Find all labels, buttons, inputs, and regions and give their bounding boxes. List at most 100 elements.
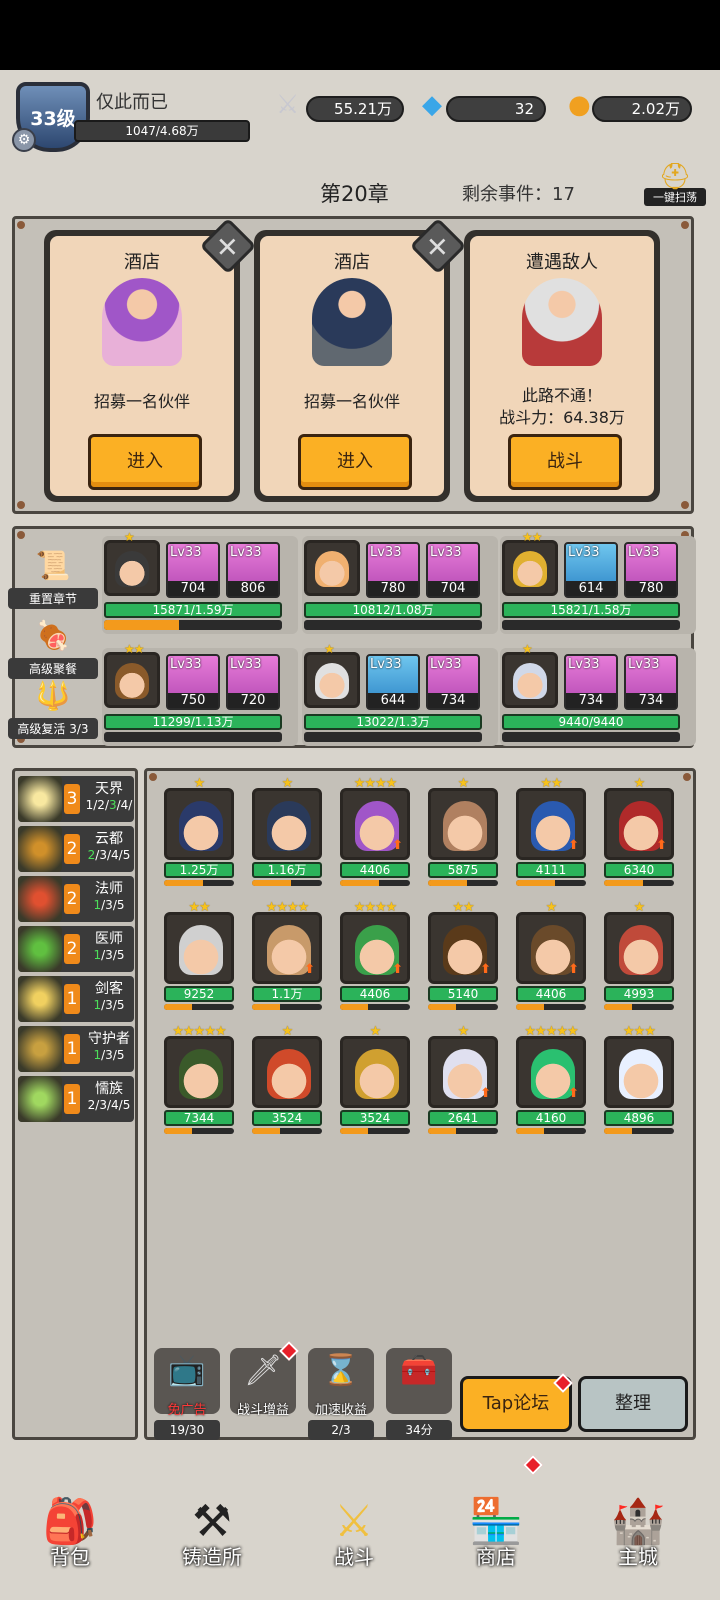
hero-card[interactable]: ★ 1.16万 <box>252 776 322 886</box>
upgrade-arrow-icon: ⬆ <box>480 962 491 977</box>
bond-level: 2 <box>64 934 80 964</box>
gem-counter[interactable]: 32 <box>446 96 546 122</box>
hero-card[interactable]: ★ ⬆ 4406 <box>516 900 586 1010</box>
hero-portrait <box>304 652 360 708</box>
hero-portrait <box>252 1036 322 1108</box>
hp-bar: 11299/1.13万 <box>104 714 282 730</box>
reset-chapter-button[interactable]: 📜 重置章节 <box>8 544 98 609</box>
hero-card[interactable]: ★ ⬆ 6340 <box>604 776 674 886</box>
hero-card[interactable]: ★ 5875 <box>428 776 498 886</box>
hero-card[interactable]: ★★★★ ⬆ 4406 <box>340 776 410 886</box>
upgrade-arrow-icon: ⬆ <box>568 838 579 853</box>
equipment-armor[interactable]: Lv33 720 <box>226 654 280 710</box>
equipment-armor[interactable]: Lv33 704 <box>426 542 480 598</box>
bond-count: 1/2/3/4/ <box>85 798 133 812</box>
bond-item[interactable]: 1 懦族 2/3/4/5 <box>18 1076 134 1122</box>
equipment-weapon[interactable]: Lv33 780 <box>366 542 420 598</box>
premium-revive-button[interactable]: 🔱 高级复活 3/3 <box>8 674 98 739</box>
upgrade-arrow-icon: ⬆ <box>568 1086 579 1101</box>
equipment-armor[interactable]: Lv33 734 <box>426 654 480 710</box>
hero-card[interactable]: ★★ ⬆ 4111 <box>516 776 586 886</box>
bond-item[interactable]: 2 医师 1/3/5 <box>18 926 134 972</box>
energy-bar <box>502 732 680 742</box>
enter-button[interactable]: 进入 <box>298 434 412 490</box>
hero-card[interactable]: ★★★★★ 7344 <box>164 1024 234 1134</box>
hero-card[interactable]: ★ 4993 <box>604 900 674 1010</box>
equipment-weapon[interactable]: Lv33 704 <box>166 542 220 598</box>
hero-card[interactable]: ★★ 9252 <box>164 900 234 1010</box>
energy-bar <box>304 620 482 630</box>
hp-bar: 15821/1.58万 <box>502 602 680 618</box>
hero-portrait: ⬆ <box>340 788 410 860</box>
equipment-weapon[interactable]: Lv33 750 <box>166 654 220 710</box>
hero-stars: ★★ <box>522 530 542 544</box>
treasure-chest-tool[interactable]: 🧰 34分 <box>386 1348 452 1440</box>
hero-energy-bar <box>428 880 498 886</box>
hero-card[interactable]: ★★★★★ ⬆ 4160 <box>516 1024 586 1134</box>
team-slot[interactable]: Lv33 780 Lv33 704 10812/1.08万 <box>302 536 498 634</box>
bond-item[interactable]: 1 守护者 1/3/5 <box>18 1026 134 1072</box>
team-slot[interactable]: ★ Lv33 644 Lv33 734 13022/1.3万 <box>302 642 498 746</box>
hero-portrait <box>304 540 360 596</box>
bond-item[interactable]: 2 云都 2/3/4/5 <box>18 826 134 872</box>
shop-notification-dot <box>523 1455 543 1475</box>
hero-power: 9252 <box>164 986 234 1002</box>
hero-portrait <box>340 1036 410 1108</box>
organize-button[interactable]: 整理 <box>578 1376 688 1432</box>
battle-button[interactable]: 战斗 <box>508 434 622 490</box>
speed-income-tool[interactable]: ⌛ 加速收益 2/3 <box>308 1348 374 1440</box>
hero-portrait <box>252 788 322 860</box>
hero-portrait: ⬆ <box>340 912 410 984</box>
bond-count: 1/3/5 <box>93 948 125 962</box>
hero-card[interactable]: ★ 1.25万 <box>164 776 234 886</box>
bond-name: 医师 <box>95 931 123 947</box>
hero-card[interactable]: ★★★★ ⬆ 4406 <box>340 900 410 1010</box>
hero-energy-bar <box>516 1004 586 1010</box>
nav-forge[interactable]: ⚒ 铸造所 <box>162 1482 262 1582</box>
hero-power: 5875 <box>428 862 498 878</box>
hero-card[interactable]: ★★ ⬆ 5140 <box>428 900 498 1010</box>
hero-stars: ★ <box>324 642 335 656</box>
hero-card[interactable]: ★ 3524 <box>252 1024 322 1134</box>
team-slot[interactable]: ★★ Lv33 614 Lv33 780 15821/1.58万 <box>500 530 696 634</box>
team-slot[interactable]: ★ Lv33 734 Lv33 734 9440/9440 <box>500 642 696 746</box>
bond-item[interactable]: 2 法师 1/3/5 <box>18 876 134 922</box>
event-title: 遭遇敌人 <box>526 252 598 273</box>
nav-backpack[interactable]: 🎒 背包 <box>20 1482 120 1582</box>
upgrade-arrow-icon: ⬆ <box>392 838 403 853</box>
equipment-armor[interactable]: Lv33 734 <box>624 654 678 710</box>
enemy-power: 战斗力：64.38万 <box>499 408 625 427</box>
nav-main-city[interactable]: 🏰 主城 <box>588 1482 688 1582</box>
bond-level: 2 <box>64 834 80 864</box>
hero-card[interactable]: ★★★★ ⬆ 1.1万 <box>252 900 322 1010</box>
nav-battle[interactable]: ⚔ 战斗 <box>304 1482 404 1582</box>
hero-portrait: ⬆ <box>604 788 674 860</box>
equipment-armor[interactable]: Lv33 806 <box>226 542 280 598</box>
team-slot[interactable]: ★ Lv33 704 Lv33 806 15871/1.59万 <box>102 530 298 634</box>
enter-button[interactable]: 进入 <box>88 434 202 490</box>
bond-count: 1/3/5 <box>93 1048 125 1062</box>
bond-item[interactable]: 3 天界 1/2/3/4/ <box>18 776 134 822</box>
no-ads-tool[interactable]: 📺 免广告 19/30 <box>154 1348 220 1440</box>
equipment-weapon[interactable]: Lv33 734 <box>564 654 618 710</box>
settings-gear-icon[interactable]: ⚙ <box>12 128 36 152</box>
upgrade-arrow-icon: ⬆ <box>392 962 403 977</box>
bond-emblem-icon <box>18 776 62 822</box>
hero-energy-bar <box>604 1004 674 1010</box>
nav-shop[interactable]: 🏪 商店 <box>446 1482 546 1582</box>
equipment-armor[interactable]: Lv33 780 <box>624 542 678 598</box>
premium-meal-button[interactable]: 🍖 高级聚餐 <box>8 614 98 679</box>
equipment-weapon[interactable]: Lv33 614 <box>564 542 618 598</box>
one-click-sweep-button[interactable]: ⛑ 一键扫荡 <box>644 162 706 210</box>
gold-counter[interactable]: 2.02万 <box>592 96 692 122</box>
hero-card[interactable]: ★ 3524 <box>340 1024 410 1134</box>
energy-bar <box>502 620 680 630</box>
team-slot[interactable]: ★★ Lv33 750 Lv33 720 11299/1.13万 <box>102 642 298 746</box>
hero-energy-bar <box>340 1004 410 1010</box>
hero-card[interactable]: ★ ⬆ 2641 <box>428 1024 498 1134</box>
hero-card[interactable]: ★★★ 4896 <box>604 1024 674 1134</box>
xp-bar: 1047/4.68万 <box>74 120 250 142</box>
purple-hair-girl-sprite <box>102 278 182 366</box>
equipment-weapon[interactable]: Lv33 644 <box>366 654 420 710</box>
bond-item[interactable]: 1 剑客 1/3/5 <box>18 976 134 1022</box>
